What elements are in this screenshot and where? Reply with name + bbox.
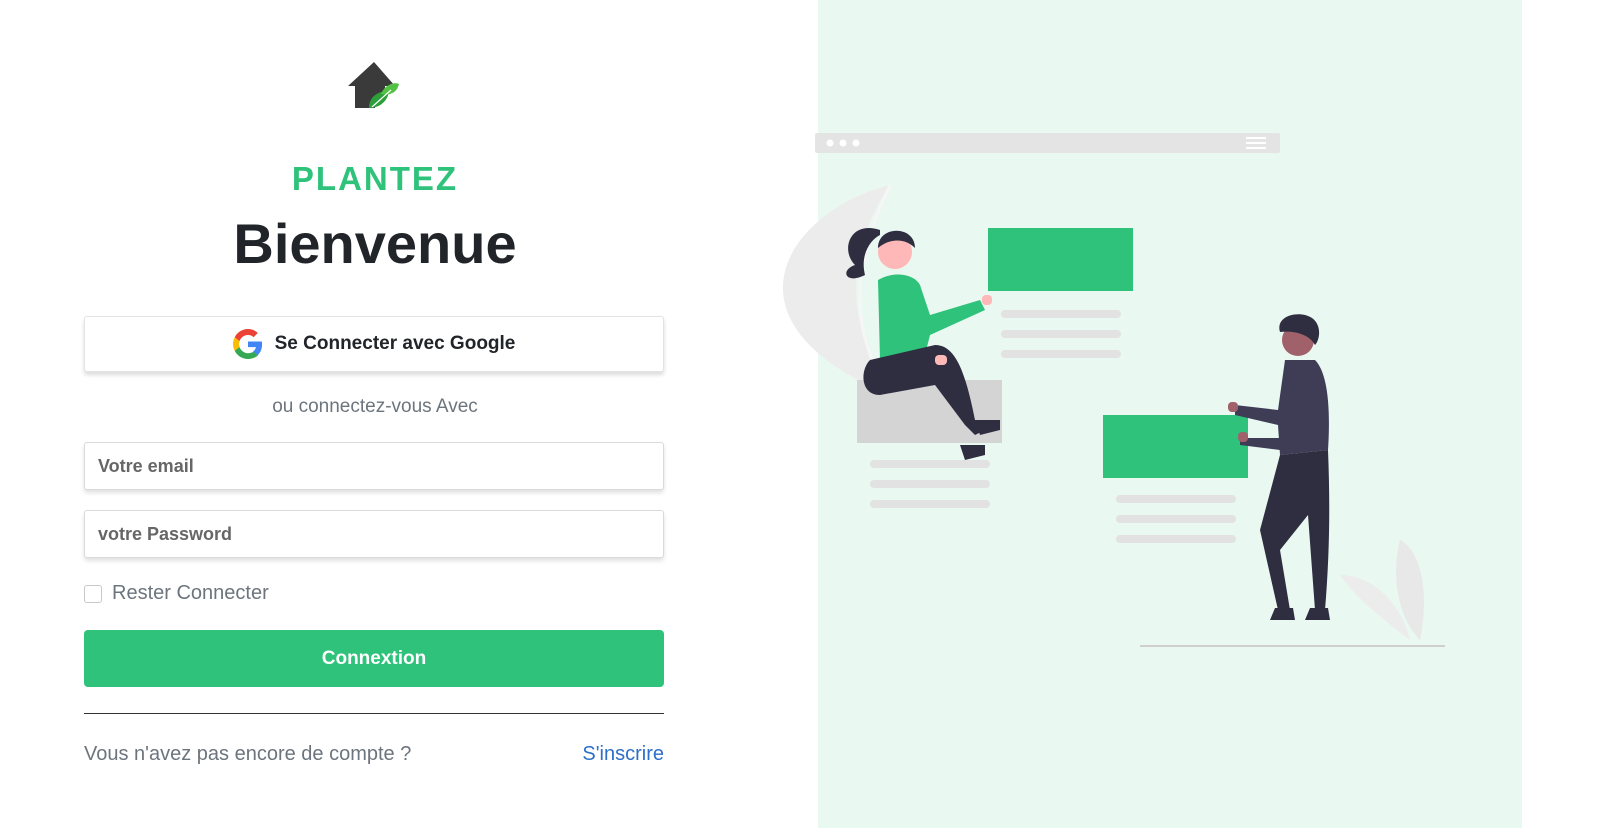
page-title: Bienvenue xyxy=(233,212,517,275)
remember-me[interactable]: Rester Connecter xyxy=(84,582,269,605)
google-login-label: Se Connecter avec Google xyxy=(274,333,516,354)
signup-link[interactable]: S'inscrire xyxy=(582,743,664,766)
remember-label: Rester Connecter xyxy=(112,582,269,604)
no-account-text: Vous n'avez pas encore de compte ? xyxy=(84,743,412,765)
brand-name: PLANTEZ xyxy=(291,160,459,197)
google-login-button[interactable]: Se Connecter avec Google xyxy=(84,316,664,372)
house-leaf-icon xyxy=(348,62,399,108)
google-icon xyxy=(232,329,262,359)
login-button[interactable]: Connextion xyxy=(84,630,664,687)
team-illustration xyxy=(782,133,1445,647)
email-field[interactable] xyxy=(84,442,664,490)
alt-login-text: ou connectez-vous Avec xyxy=(272,396,478,417)
remember-checkbox[interactable] xyxy=(84,584,102,603)
password-field[interactable] xyxy=(84,510,664,558)
divider xyxy=(84,713,664,714)
login-panel: PLANTEZ Bienvenue Se Connecter avec Goog… xyxy=(0,0,750,838)
